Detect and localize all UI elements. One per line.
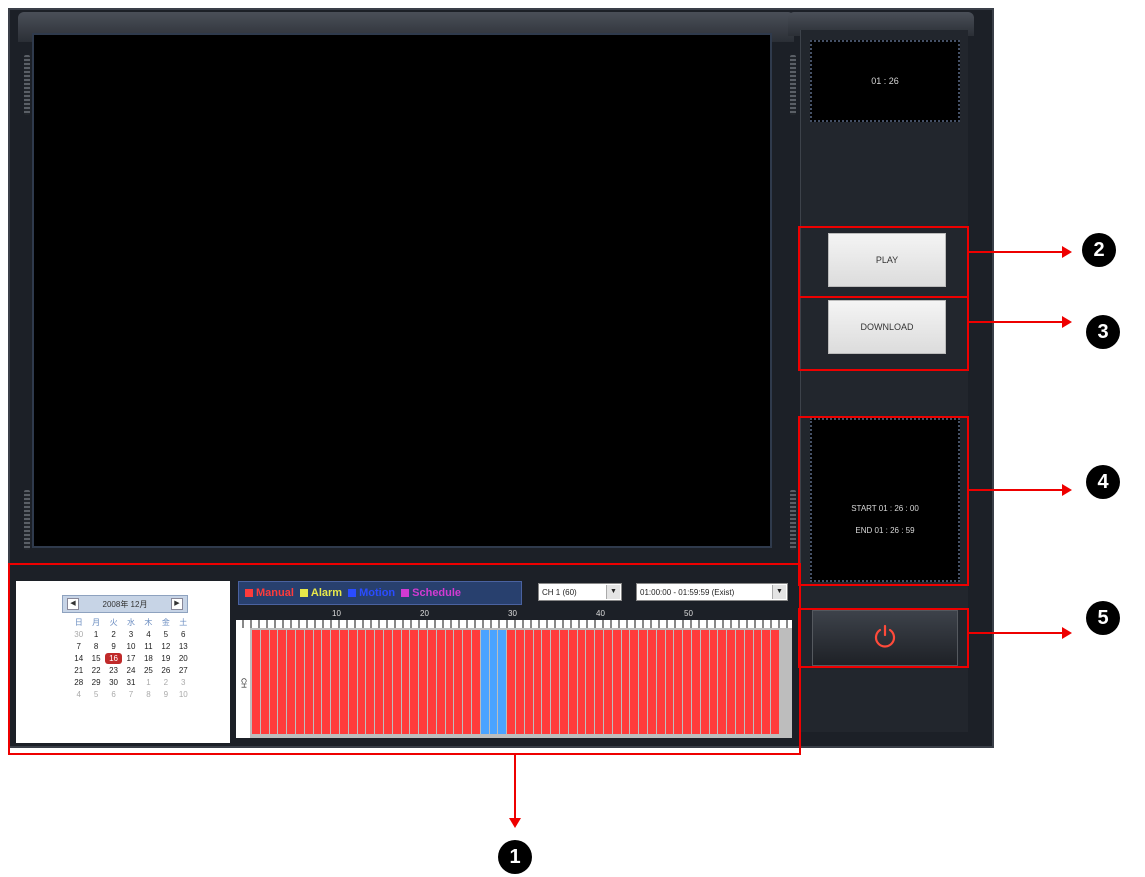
current-time-display: 01 : 26 (810, 40, 960, 122)
annotation-line-5 (969, 632, 1064, 634)
resize-grip[interactable] (24, 490, 30, 550)
annotation-box-3 (798, 296, 969, 371)
resize-grip[interactable] (790, 55, 796, 115)
annotation-line-1 (514, 755, 516, 825)
annotation-number-1: 1 (498, 840, 532, 874)
annotation-arrow-3 (1062, 316, 1072, 328)
annotation-number-5: 5 (1086, 601, 1120, 635)
annotation-line-3 (969, 321, 1064, 323)
annotation-arrow-4 (1062, 484, 1072, 496)
clock-text: 01 : 26 (871, 76, 899, 86)
annotation-number-2: 2 (1082, 233, 1116, 267)
resize-grip[interactable] (24, 55, 30, 115)
annotation-box-4 (798, 416, 969, 586)
annotation-arrow-5 (1062, 627, 1072, 639)
resize-grip[interactable] (790, 490, 796, 550)
video-viewport (32, 33, 772, 548)
annotation-box-5 (798, 608, 969, 668)
annotation-number-3: 3 (1086, 315, 1120, 349)
annotation-number-4: 4 (1086, 465, 1120, 499)
annotation-line-4 (969, 489, 1064, 491)
annotation-arrow-2 (1062, 246, 1072, 258)
annotation-box-2 (798, 226, 969, 298)
annotation-line-2 (969, 251, 1064, 253)
annotation-box-1 (8, 563, 801, 755)
annotation-arrow-1 (509, 818, 521, 828)
